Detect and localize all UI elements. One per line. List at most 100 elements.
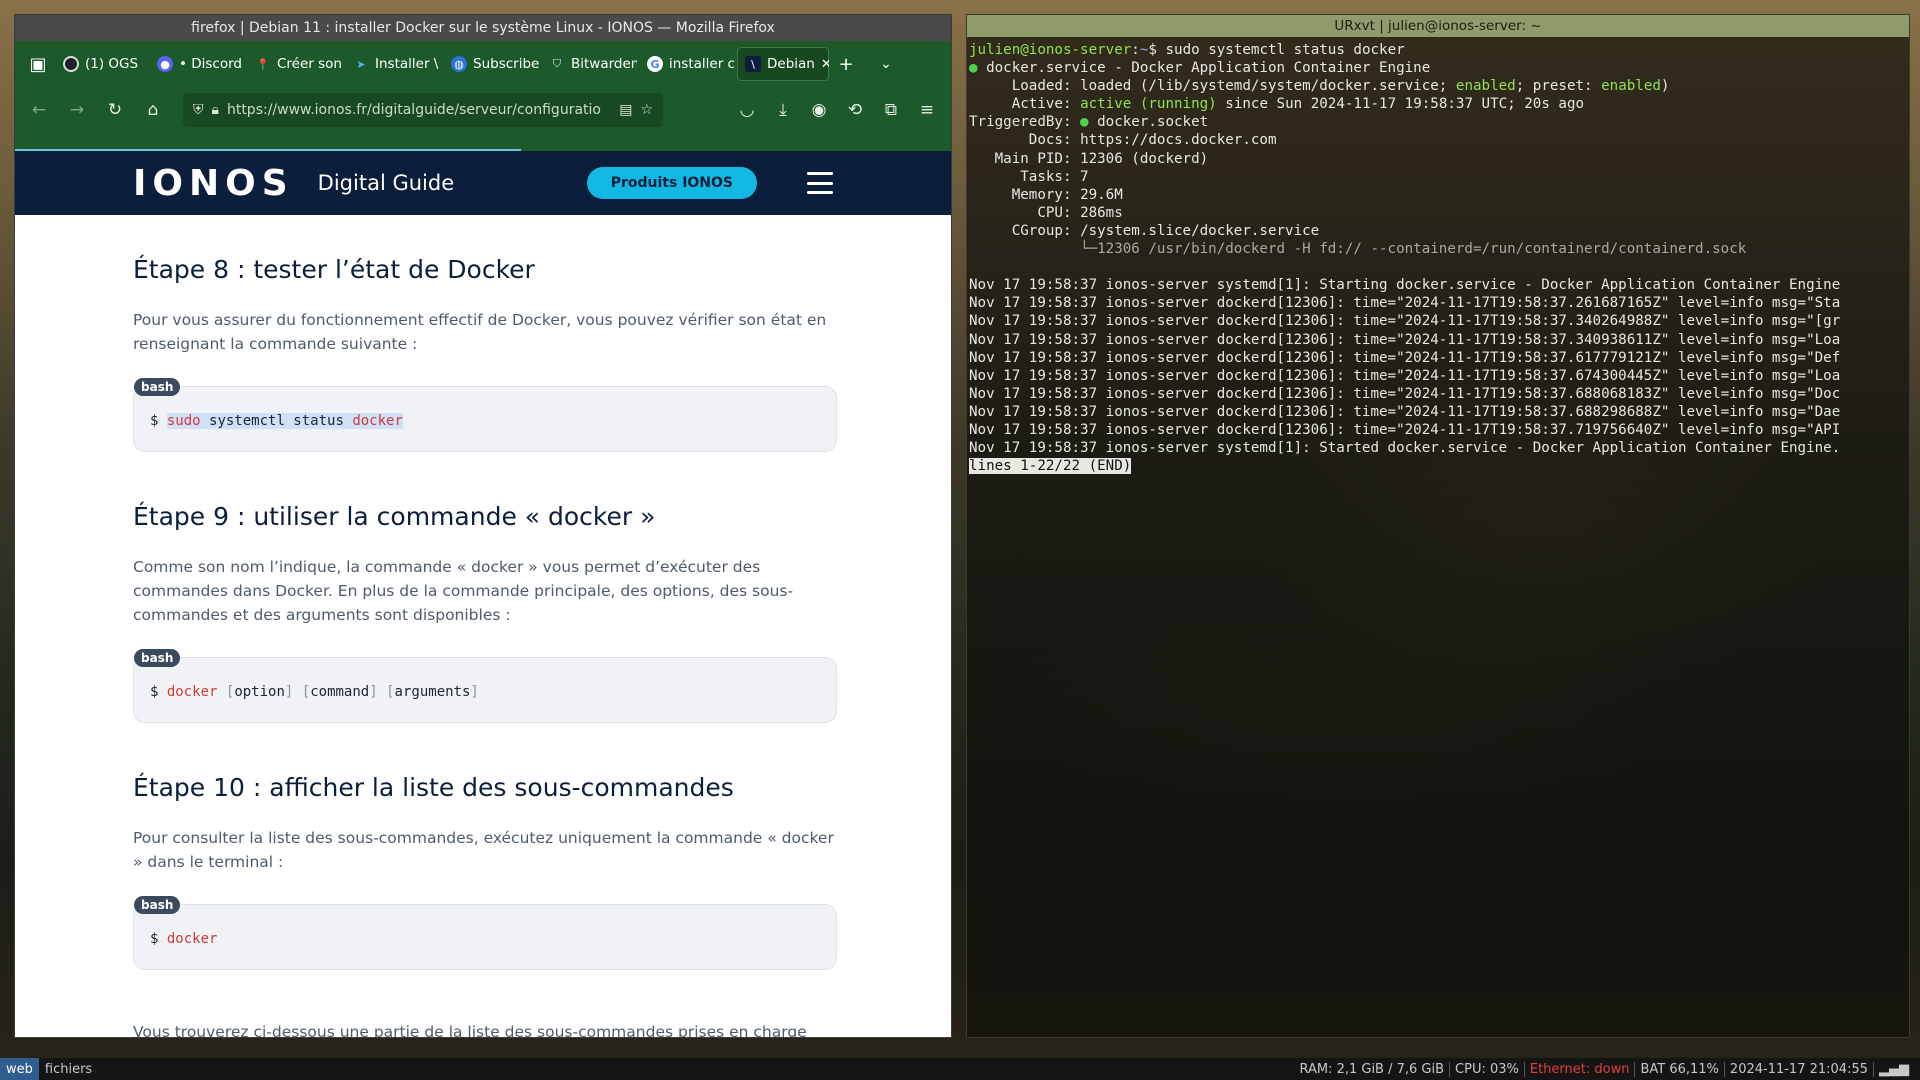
- log-line: Nov 17 19:58:37 ionos-server dockerd[123…: [969, 331, 1841, 348]
- clock: 2024-11-17 21:04:55: [1723, 1061, 1873, 1077]
- tab-label: Bitwarden: [571, 56, 637, 72]
- log-line: Nov 17 19:58:37 ionos-server dockerd[123…: [969, 295, 1841, 312]
- site-section-title[interactable]: Digital Guide: [318, 171, 454, 195]
- step8-heading: Étape 8 : tester l’état de Docker: [133, 255, 535, 284]
- lock-icon[interactable]: 🔒︎: [212, 102, 219, 118]
- new-tab-icon[interactable]: +: [831, 49, 861, 79]
- code-block-status[interactable]: bash $ sudo systemctl status docker: [133, 378, 837, 452]
- code-language-badge: bash: [134, 378, 181, 396]
- code-language-badge: bash: [134, 649, 181, 667]
- cpu-line: CPU: 286ms: [1037, 204, 1123, 221]
- tab-label: Créer son: [277, 56, 342, 72]
- url-input[interactable]: [226, 102, 612, 118]
- reader-view-icon[interactable]: ▤: [619, 102, 632, 118]
- tab-bitwarden[interactable]: ⛉ Bitwarden: [541, 47, 637, 81]
- log-line: Nov 17 19:58:37 ionos-server dockerd[123…: [969, 385, 1841, 402]
- shield-icon[interactable]: ⛨: [193, 102, 204, 118]
- workspace-fichiers[interactable]: fichiers: [39, 1058, 98, 1080]
- arrow-icon: ➤: [356, 57, 366, 71]
- log-line: Nov 17 19:58:37 ionos-server systemd[1]:…: [969, 277, 1841, 294]
- mainpid-line: Main PID: 12306 (dockerd): [994, 150, 1209, 167]
- tab-discord[interactable]: ● • Discord: [149, 47, 245, 81]
- forward-icon[interactable]: →: [61, 94, 93, 126]
- step9-paragraph: Comme son nom l’indique, la commande « d…: [133, 558, 794, 624]
- loaded-line: Loaded: loaded (/lib/systemd/system/dock…: [1011, 78, 1670, 95]
- firefox-window: firefox | Debian 11 : installer Docker s…: [14, 14, 952, 1038]
- bookmark-star-icon[interactable]: ☆: [640, 102, 653, 118]
- code-line: $ sudo systemctl status docker: [150, 413, 403, 429]
- download-icon[interactable]: ⤓: [767, 94, 799, 126]
- tab-label: • Discord: [179, 56, 242, 72]
- tab-debian-active[interactable]: \ Debian ✕: [737, 47, 829, 81]
- log-line: Nov 17 19:58:37 ionos-server dockerd[123…: [969, 349, 1841, 366]
- load-progress: [15, 149, 521, 151]
- reload-icon[interactable]: ↻: [99, 94, 131, 126]
- terminal-output[interactable]: julien@ionos-server:~$ sudo systemctl st…: [967, 37, 1909, 479]
- google-icon: G: [647, 56, 663, 72]
- account-icon[interactable]: ◉: [803, 94, 835, 126]
- url-bar[interactable]: ⛨ 🔒︎ ▤ ☆: [183, 93, 663, 127]
- log-line: Nov 17 19:58:37 ionos-server dockerd[123…: [969, 403, 1841, 420]
- tab-label: (1) OGS: [85, 56, 139, 72]
- article-content: Étape 8 : tester l’état de Docker Pour v…: [15, 215, 837, 1038]
- close-tab-icon[interactable]: ✕: [821, 57, 829, 72]
- bitwarden-icon: ⛉: [552, 57, 562, 70]
- discord-icon: ●: [157, 56, 173, 72]
- log-line: Nov 17 19:58:37 ionos-server systemd[1]:…: [969, 440, 1841, 457]
- terminal-window[interactable]: URxvt | julien@ionos-server: ~ julien@io…: [966, 14, 1910, 1038]
- pocket-icon[interactable]: ◡: [731, 94, 763, 126]
- terminal-prompt-line: julien@ionos-server:~$ sudo systemctl st…: [969, 42, 1405, 58]
- docs-line: Docs: https://docs.docker.com: [1028, 132, 1277, 149]
- page-load-strip: [15, 133, 951, 151]
- globe-icon: ◍: [451, 56, 467, 72]
- code-block-docker[interactable]: bash $ docker: [133, 896, 837, 970]
- ethernet-status: Ethernet: down: [1523, 1061, 1635, 1077]
- log-line: Nov 17 19:58:37 ionos-server dockerd[123…: [969, 421, 1841, 438]
- history-icon[interactable]: ⟲: [839, 94, 871, 126]
- system-stats: RAM: 2,1 GiB / 7,6 GiB CPU: 03% Ethernet…: [1294, 1061, 1920, 1077]
- extensions-icon[interactable]: ⧉: [875, 94, 907, 126]
- tab-bar: ▣ (1) OGS ● • Discord 📍 Créer son ➤ Inst…: [15, 41, 951, 87]
- tab-creer[interactable]: 📍 Créer son: [247, 47, 343, 81]
- signal-icon: ▂▄▆: [1873, 1061, 1914, 1077]
- terminal-title: URxvt | julien@ionos-server: ~: [967, 15, 1909, 37]
- code-block-docker-syntax[interactable]: bash $ docker [option] [command] [argume…: [133, 649, 837, 723]
- log-line: Nov 17 19:58:37 ionos-server dockerd[123…: [969, 367, 1841, 384]
- pager-status: lines 1-22/22 (END): [969, 458, 1132, 475]
- ionos-logo[interactable]: IONOS: [133, 163, 294, 204]
- tasks-line: Tasks: 7: [1020, 168, 1089, 185]
- tab-installer[interactable]: ➤ Installer \: [345, 47, 441, 81]
- list-tabs-icon[interactable]: ⌄: [871, 49, 901, 79]
- tab-label: Debian: [767, 56, 815, 72]
- cgroup-child-line: └─12306 /usr/bin/dockerd -H fd:// --cont…: [1080, 241, 1747, 258]
- site-header: IONOS Digital Guide Produits IONOS: [15, 151, 951, 215]
- tab-overview-icon[interactable]: ▣: [23, 49, 53, 79]
- step10-heading: Étape 10 : afficher la liste des sous-co…: [133, 773, 734, 802]
- back-icon[interactable]: ←: [23, 94, 55, 126]
- tab-subscribe[interactable]: ◍ Subscribe: [443, 47, 539, 81]
- active-line: Active: active (running) since Sun 2024-…: [1011, 96, 1585, 113]
- tab-label: Subscribe: [473, 56, 539, 72]
- navigation-bar: ← → ↻ ⌂ ⛨ 🔒︎ ▤ ☆ ◡ ⤓ ◉ ⟲ ⧉ ≡: [15, 87, 951, 133]
- service-line: ● docker.service - Docker Application Co…: [969, 60, 1431, 77]
- ram-usage: RAM: 2,1 GiB / 7,6 GiB: [1299, 1061, 1445, 1077]
- tab-label: Installer \: [375, 56, 439, 72]
- status-bar: web fichiers RAM: 2,1 GiB / 7,6 GiB CPU:…: [0, 1058, 1920, 1080]
- code-line: $ docker: [150, 931, 218, 947]
- triggered-line: TriggeredBy: ● docker.socket: [969, 114, 1209, 131]
- ogs-icon: [63, 56, 79, 72]
- step8-paragraph: Pour vous assurer du fonctionnement effe…: [133, 311, 827, 353]
- produits-ionos-button[interactable]: Produits IONOS: [586, 167, 757, 199]
- home-icon[interactable]: ⌂: [137, 94, 169, 126]
- subcommands-intro: Vous trouverez ci-dessous une partie de …: [133, 1023, 807, 1038]
- tab-ogs[interactable]: (1) OGS: [55, 47, 147, 81]
- cpu-usage: CPU: 03%: [1449, 1061, 1524, 1077]
- step9-heading: Étape 9 : utiliser la commande « docker …: [133, 502, 656, 531]
- memory-line: Memory: 29.6M: [1011, 186, 1123, 203]
- workspace-web[interactable]: web: [0, 1058, 39, 1080]
- hamburger-menu-icon[interactable]: [807, 172, 833, 194]
- tab-google[interactable]: G installer c: [639, 47, 735, 81]
- window-title: firefox | Debian 11 : installer Docker s…: [15, 15, 951, 41]
- menu-icon[interactable]: ≡: [911, 94, 943, 126]
- cgroup-line: CGroup: /system.slice/docker.service: [1011, 222, 1320, 239]
